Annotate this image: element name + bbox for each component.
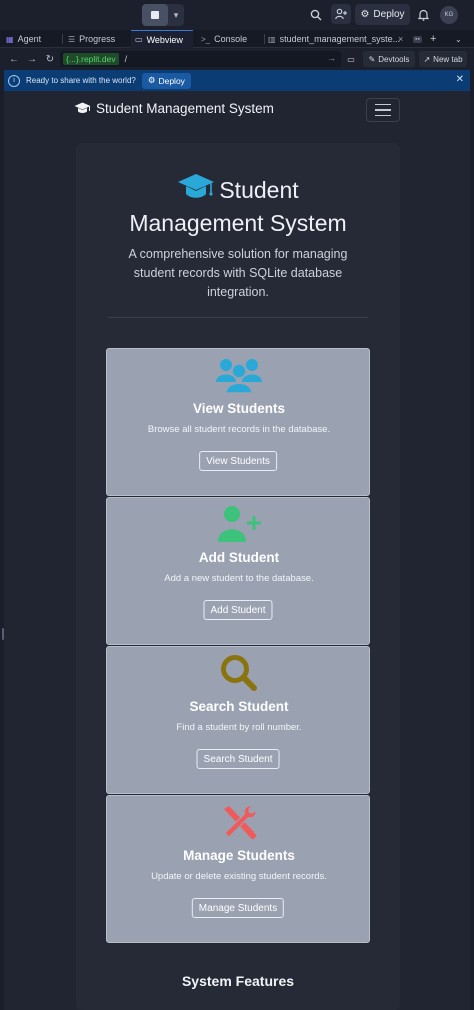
search-icon[interactable] <box>307 6 325 24</box>
main-card: Student Management System A comprehensiv… <box>76 143 400 1010</box>
back-icon[interactable]: ← <box>7 52 21 66</box>
avatar[interactable]: KG <box>440 6 458 24</box>
go-arrow-icon[interactable]: → <box>327 53 336 63</box>
deploy-button[interactable]: ⚙ Deploy <box>355 4 410 25</box>
forward-icon[interactable]: → <box>25 52 39 66</box>
bell-icon[interactable] <box>414 6 432 24</box>
stop-button[interactable] <box>142 4 168 26</box>
tabbar-collapse-button[interactable]: ⌄ <box>455 30 465 48</box>
hamburger-line <box>375 114 391 117</box>
hero-subtitle: A comprehensive solution for managing st… <box>128 247 348 299</box>
tab-label: Agent <box>17 34 42 44</box>
manage-students-button[interactable]: Manage Students <box>191 898 285 918</box>
new-tab-link-button[interactable]: ↗ New tab <box>419 51 467 67</box>
terminal-icon: >_ <box>201 34 211 44</box>
tab-webview[interactable]: ▭ Webview <box>131 30 193 48</box>
deploy-icon: ⚙ <box>147 75 156 85</box>
deploy-label: Deploy <box>373 9 405 20</box>
hero-title-line1: Student <box>219 177 299 203</box>
run-control: ▾ <box>142 4 184 26</box>
search-icon <box>107 653 371 693</box>
chevron-down-icon[interactable]: ▾ <box>168 4 184 26</box>
url-path: / <box>124 54 128 64</box>
stop-icon <box>151 11 159 19</box>
deploy-icon: ⚙ <box>360 9 370 20</box>
tab-bar: ▦ Agent ☰ Progress ▭ Webview >_ Console … <box>0 30 474 48</box>
wrench-icon: ✎ <box>368 54 376 64</box>
tab-database[interactable]: ▥ student_management_syste... <box>268 30 404 48</box>
devtools-button[interactable]: ✎ Devtools <box>363 51 415 67</box>
reload-icon[interactable]: ↻ <box>43 52 57 66</box>
tab-close-button[interactable]: × <box>398 30 408 48</box>
hamburger-line <box>375 103 391 106</box>
new-tab-label: New tab <box>433 54 463 64</box>
info-icon: i <box>8 74 20 87</box>
tab-label: Webview <box>146 34 183 45</box>
close-icon[interactable]: ✕ <box>456 74 464 85</box>
feature-card-add-student: Add Student Add a new student to the dat… <box>106 497 370 645</box>
feature-title: View Students <box>192 401 286 416</box>
feature-description: Add a new student to the database. <box>164 573 314 584</box>
tab-console[interactable]: >_ Console <box>201 30 259 48</box>
divider <box>108 317 368 318</box>
brand-name: Student Management System <box>96 101 274 116</box>
webview-page: Student Management System Student Manage… <box>4 91 470 1010</box>
external-link-icon: ↗ <box>423 54 431 64</box>
banner-deploy-label: Deploy <box>158 75 185 86</box>
tab-overflow-button[interactable]: ▪▪ <box>413 30 427 48</box>
tab-label: student_management_syste... <box>279 34 401 44</box>
feature-description: Browse all student records in the databa… <box>147 424 331 435</box>
monitor-icon: ▭ <box>135 35 143 44</box>
graduation-cap-icon <box>74 102 91 113</box>
tools-icon <box>107 802 371 842</box>
top-bar: ▾ ⚙ Deploy KG <box>0 0 474 30</box>
graduation-cap-icon <box>177 173 215 208</box>
feature-title: Manage Students <box>183 848 295 863</box>
url-host: {...}.replit.dev <box>63 53 119 65</box>
tab-label: Progress <box>79 34 116 44</box>
feature-description: Update or delete existing student record… <box>151 871 327 882</box>
hero-title-line2: Management System <box>129 210 347 236</box>
banner-deploy-button[interactable]: ⚙ Deploy <box>141 72 191 89</box>
plus-icon: + <box>430 33 437 45</box>
devtools-label: Devtools <box>378 54 410 64</box>
users-icon <box>107 355 371 395</box>
feature-title: Add Student <box>198 550 280 565</box>
tab-progress[interactable]: ☰ Progress <box>68 30 128 48</box>
add-user-icon[interactable] <box>331 4 351 24</box>
search-student-button[interactable]: Search Student <box>196 749 280 769</box>
screen-size-icon[interactable]: ▭ <box>344 51 358 67</box>
tab-divider <box>62 34 63 44</box>
database-icon: ▥ <box>268 34 276 44</box>
tab-divider <box>264 34 265 44</box>
view-students-button[interactable]: View Students <box>199 451 277 471</box>
user-plus-icon <box>107 504 371 544</box>
feature-card-search-student: Search Student Find a student by roll nu… <box>106 646 370 794</box>
add-student-button[interactable]: Add Student <box>203 600 273 620</box>
tabs-icon: ▪▪ <box>413 35 422 43</box>
feature-title: Search Student <box>189 699 289 714</box>
tab-agent[interactable]: ▦ Agent <box>6 30 52 48</box>
url-input[interactable]: {...}.replit.dev / → <box>60 51 341 67</box>
new-tab-button[interactable]: + <box>430 30 440 48</box>
banner-message: Ready to share with the world? <box>26 76 136 85</box>
feature-card-manage-students: Manage Students Update or delete existin… <box>106 795 370 943</box>
close-icon: × <box>398 34 404 44</box>
tab-label: Console <box>214 34 248 44</box>
chevron-down-icon: ⌄ <box>455 34 462 44</box>
hamburger-line <box>375 109 391 111</box>
progress-icon: ☰ <box>68 34 76 44</box>
share-banner: i Ready to share with the world? ⚙ Deplo… <box>4 70 470 91</box>
menu-toggle-button[interactable] <box>366 98 400 122</box>
hero-title: Student Management System <box>76 173 400 238</box>
app-navbar: Student Management System <box>4 91 470 129</box>
url-bar: ← → ↻ {...}.replit.dev / → ▭ ✎ Devtools … <box>0 48 474 70</box>
feature-card-view-students: View Students Browse all student records… <box>106 348 370 496</box>
system-features-heading: System Features <box>181 973 295 989</box>
app-brand[interactable]: Student Management System <box>74 101 274 116</box>
feature-description: Find a student by roll number. <box>176 722 302 733</box>
agent-icon: ▦ <box>6 34 14 44</box>
